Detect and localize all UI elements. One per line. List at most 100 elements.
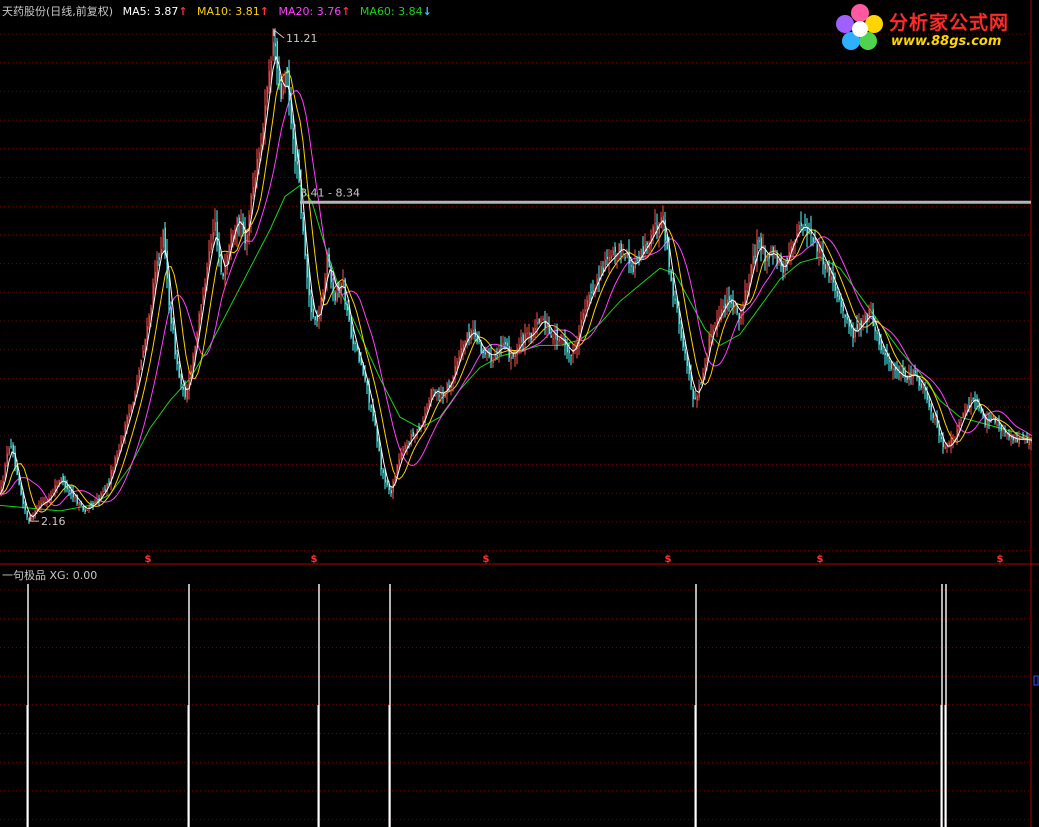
candle-body: [84, 509, 86, 512]
candle-body: [328, 254, 330, 266]
candle-body: [912, 369, 914, 378]
candle-body: [282, 89, 284, 95]
candle-body: [998, 422, 1000, 426]
candle-body: [722, 305, 724, 309]
candle-body: [870, 311, 872, 313]
candle-body: [732, 302, 734, 307]
candle-body: [812, 237, 814, 242]
candle-body: [400, 453, 402, 461]
xg-label: XG:: [49, 569, 70, 582]
main-legend: 天药股份(日线,前复权) MA5: 3.87↑ MA10: 3.81↑ MA20…: [2, 3, 432, 19]
candle-body: [166, 250, 168, 279]
candle-body: [86, 510, 88, 512]
ma60-label: MA60:: [359, 5, 395, 18]
right-scroll-marker[interactable]: [1033, 675, 1039, 686]
candle-body: [534, 328, 536, 330]
candle-body: [694, 397, 696, 400]
candle-body: [404, 445, 406, 450]
candle-body: [672, 277, 674, 296]
candle-body: [784, 259, 786, 272]
candle-body: [888, 360, 890, 362]
candle-body: [306, 258, 308, 278]
candle-body: [478, 341, 480, 343]
candle-body: [932, 412, 934, 419]
candle-body: [332, 282, 334, 292]
candle-body: [224, 266, 226, 281]
flower-logo-icon: [836, 4, 883, 50]
candle-body: [550, 335, 552, 338]
candle-body: [680, 326, 682, 338]
candle-body: [952, 439, 954, 441]
candle-body: [522, 334, 524, 342]
candle-body: [456, 361, 458, 368]
candle-body: [170, 307, 172, 324]
candle-body: [276, 40, 278, 69]
site-logo: 分析家公式网 www.88gs.com: [833, 2, 1033, 54]
candle-body: [864, 315, 866, 323]
candle-body: [296, 161, 298, 165]
candle-body: [412, 431, 414, 437]
candle-body: [526, 332, 528, 334]
candle-body: [252, 187, 254, 197]
candle-body: [766, 255, 768, 261]
candle-body: [876, 332, 878, 334]
candle-body: [178, 365, 180, 378]
ma10-value: 3.81: [235, 5, 260, 18]
candle-body: [128, 412, 130, 418]
candle-body: [402, 448, 404, 452]
candle-body: [686, 355, 688, 366]
signal-marker: $: [483, 554, 490, 565]
candle-body: [382, 469, 384, 473]
candlestick-group: [0, 28, 1032, 524]
candle-body: [646, 242, 648, 245]
candle-body: [274, 43, 276, 47]
candle-body: [200, 304, 202, 315]
candle-body: [118, 449, 120, 454]
candle-body: [162, 229, 164, 248]
candle-body: [808, 232, 810, 234]
candle-body: [584, 309, 586, 312]
candle-body: [500, 345, 502, 347]
candle-body: [208, 251, 210, 263]
candle-body: [960, 419, 962, 421]
candle-body: [260, 143, 262, 148]
candle-body: [302, 217, 304, 232]
candle-body: [126, 416, 128, 427]
candle-body: [930, 404, 932, 412]
candle-body: [90, 503, 92, 505]
candle-body: [874, 326, 876, 332]
candle-body: [380, 451, 382, 470]
candle-body: [652, 226, 654, 238]
candle-body: [446, 383, 448, 394]
ma20-label: MA20:: [278, 5, 314, 18]
candle-body: [292, 127, 294, 139]
candle-body: [836, 291, 838, 297]
candle-body: [958, 422, 960, 430]
candle-body: [948, 442, 950, 446]
candle-body: [892, 368, 894, 370]
candle-body: [926, 392, 928, 400]
candle-body: [66, 486, 68, 490]
candle-body: [914, 370, 916, 374]
candle-body: [736, 308, 738, 314]
candle-body: [828, 267, 830, 277]
candle-body: [154, 272, 156, 284]
candle-body: [772, 247, 774, 253]
candle-body: [638, 256, 640, 259]
candle-body: [566, 346, 568, 353]
candle-body: [484, 352, 486, 355]
candle-body: [654, 223, 656, 225]
candle-body: [430, 388, 432, 400]
ma60-line-group: [0, 184, 1033, 512]
candle-body: [664, 219, 666, 241]
candle-body: [172, 320, 174, 331]
candle-body: [458, 356, 460, 362]
candle-body: [346, 303, 348, 311]
indicator-legend: 一句极品 XG: 0.00: [2, 567, 97, 583]
candle-body: [88, 504, 90, 508]
candle-body: [570, 354, 572, 356]
high-price-label: 11.21: [286, 32, 318, 45]
candle-body: [842, 305, 844, 312]
kline-chart[interactable]: 8.41 - 8.34 11.21 2.16 $ $ $ $ $ $: [0, 0, 1039, 827]
candle-body: [630, 265, 632, 267]
